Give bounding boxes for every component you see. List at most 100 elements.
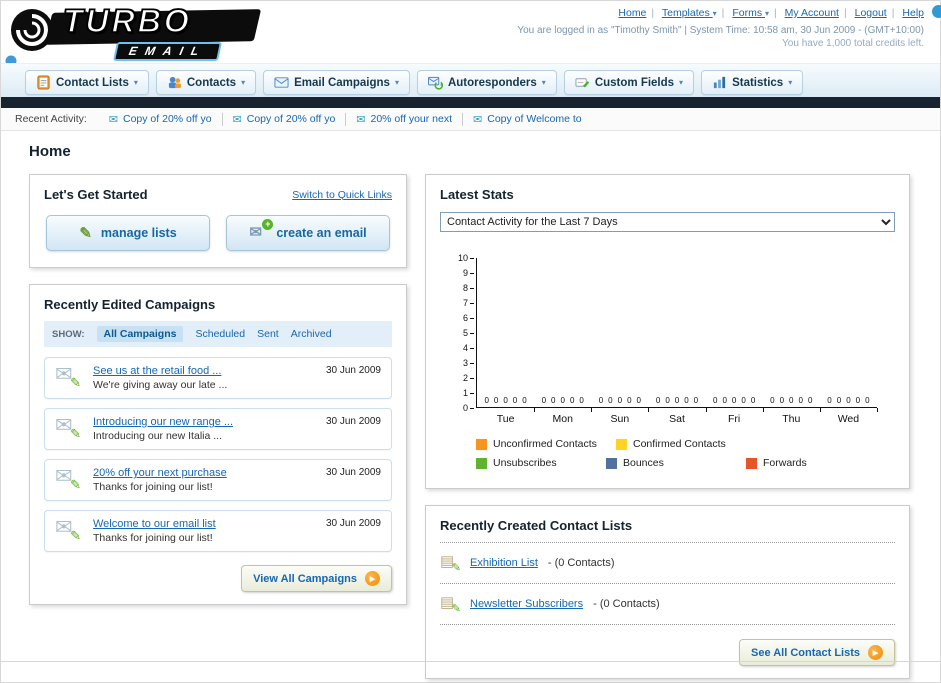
contact-list-link[interactable]: Newsletter Subscribers [470, 598, 583, 610]
tab-contacts[interactable]: Contacts ▾ [155, 70, 257, 95]
tab-contact-lists[interactable]: Contact Lists ▾ [25, 70, 149, 95]
campaign-row[interactable]: ✉ ✎ Introducing our new range ... Introdu… [44, 408, 392, 450]
chart-value-label: 0 [655, 396, 661, 405]
chart-value-label: 0 [779, 396, 785, 405]
chart-plot: 0 0 0 0 0 Tue 0 0 0 0 0 Mon 0 0 0 0 0 Sun 0 0 0 0 0 Sat 0 0 0 0 0 Fri… [476, 258, 879, 425]
arrow-right-icon: ▶ [365, 571, 380, 586]
filter-scheduled[interactable]: Scheduled [195, 328, 245, 340]
campaign-title-link[interactable]: Welcome to our email list [93, 518, 216, 530]
campaign-subtitle: Thanks for joining our list! [93, 532, 213, 544]
recent-activity-link[interactable]: 20% off your next [371, 113, 453, 125]
contact-list-detail: - (0 Contacts) [547, 557, 615, 569]
recent-activity-link[interactable]: Copy of Welcome to [487, 113, 581, 125]
chart-value-labels: 00000 [763, 396, 820, 405]
app-logo[interactable]: TURBO EMAIL [9, 2, 284, 61]
chart-y-tick-label: 4 [463, 343, 474, 353]
nav-forms-link[interactable]: Forms ▾ [732, 7, 769, 19]
get-started-panel: Let's Get Started Switch to Quick Links … [29, 174, 407, 268]
dropdown-arrow-icon: ▾ [394, 78, 399, 87]
chart-value-labels: 00000 [706, 396, 763, 405]
chart-x-tick-label: Tue [496, 413, 515, 425]
chart-y-tick-label: 7 [463, 298, 474, 308]
campaign-row[interactable]: ✉ ✎ See us at the retail food ... We're g… [44, 357, 392, 399]
get-started-title: Let's Get Started [44, 187, 148, 202]
button-label: create an email [276, 226, 367, 240]
chart-value-label: 0 [665, 396, 670, 405]
legend-item: Forwards [746, 457, 876, 469]
chart-value-label: 0 [798, 396, 803, 405]
manage-lists-button[interactable]: ✎ manage lists [46, 215, 210, 251]
campaign-title-link[interactable]: 20% off your next purchase [93, 467, 227, 479]
campaign-row[interactable]: ✉ ✎ 20% off your next purchase Thanks for… [44, 459, 392, 501]
campaign-date: 30 Jun 2009 [325, 518, 381, 529]
nav-my-account-link[interactable]: My Account [785, 7, 839, 19]
chart-category-group: 0 0 0 0 0 Mon [534, 258, 593, 425]
filter-archived[interactable]: Archived [291, 328, 332, 340]
tab-label: Custom Fields [594, 76, 675, 89]
nav-templates-link[interactable]: Templates ▾ [662, 7, 717, 19]
campaign-title-link[interactable]: See us at the retail food ... [93, 365, 227, 377]
contact-list-link[interactable]: Exhibition List [470, 557, 538, 569]
chart-value-labels: 00000 [477, 396, 534, 405]
legend-swatch [616, 438, 627, 450]
chart-value-label: 0 [484, 396, 489, 405]
envelope-icon: ✉ [473, 113, 483, 126]
chart-y-tick-label: 9 [463, 268, 474, 278]
chart-value-label: 0 [598, 396, 604, 405]
tab-label: Contact Lists [56, 76, 129, 89]
campaign-envelope-pencil-icon: ✉ ✎ [55, 363, 81, 390]
campaign-row[interactable]: ✉ ✎ Welcome to our email list Thanks for … [44, 510, 392, 552]
chart-value-label: 0 [579, 396, 584, 405]
nav-logout-link[interactable]: Logout [855, 7, 887, 19]
dotted-separator [440, 624, 895, 625]
tab-email-campaigns[interactable]: Email Campaigns ▾ [263, 70, 410, 95]
tab-autoresponders[interactable]: Autoresponders ▾ [416, 70, 557, 95]
recent-activity-bar: Recent Activity: ✉ Copy of 20% off yo ✉ … [1, 108, 940, 131]
contact-lists-icon [37, 75, 50, 90]
chart-y-tick-label: 2 [463, 373, 474, 383]
campaign-title-link[interactable]: Introducing our new range ... [93, 416, 233, 428]
chart-value-label: 0 [627, 396, 632, 405]
recent-activity-item[interactable]: ✉ Copy of 20% off yo [223, 112, 347, 126]
recent-activity-link[interactable]: Copy of 20% off yo [247, 113, 336, 125]
chart-value-labels: 00000 [534, 396, 591, 405]
create-email-button[interactable]: ✉ + create an email [226, 215, 390, 251]
header: TURBO EMAIL Home Templates ▾ Forms ▾ My … [1, 1, 941, 110]
latest-stats-panel: Latest Stats Contact Activity for the La… [425, 174, 910, 489]
custom-fields-icon [575, 78, 590, 88]
stats-period-select[interactable]: Contact Activity for the Last 7 Days [440, 212, 895, 232]
campaign-envelope-pencil-icon: ✉ ✎ [55, 516, 81, 543]
legend-item: Confirmed Contacts [616, 438, 766, 450]
tab-statistics[interactable]: Statistics ▾ [701, 70, 804, 95]
recent-activity-item[interactable]: ✉ 20% off your next [346, 112, 464, 126]
chart-y-tick-label: 6 [463, 313, 474, 323]
chart-value-label: 0 [636, 396, 641, 405]
contact-list-item[interactable]: ▤ ✎ Exhibition List - (0 Contacts) [440, 552, 895, 574]
recent-activity-link[interactable]: Copy of 20% off yo [123, 113, 212, 125]
recent-activity-item[interactable]: ✉ Copy of 20% off yo [99, 112, 223, 126]
tab-label: Email Campaigns [294, 76, 390, 89]
view-all-campaigns-button[interactable]: View All Campaigns ▶ [241, 565, 392, 592]
contact-list-item[interactable]: ▤ ✎ Newsletter Subscribers - (0 Contacts) [440, 593, 895, 615]
nav-help-link[interactable]: Help [902, 7, 924, 19]
chart-y-tick-label: 5 [463, 328, 474, 338]
tab-custom-fields[interactable]: Custom Fields ▾ [563, 70, 695, 95]
campaigns-title: Recently Edited Campaigns [44, 297, 216, 312]
switch-quick-links[interactable]: Switch to Quick Links [292, 189, 392, 201]
nav-home-link[interactable]: Home [618, 7, 646, 19]
dotted-separator [440, 542, 895, 543]
legend-item: Unconfirmed Contacts [476, 438, 616, 450]
filter-all-campaigns[interactable]: All Campaigns [96, 326, 184, 342]
autoresponders-icon [427, 76, 443, 90]
logo-subtext: EMAIL [112, 42, 223, 61]
recent-activity-item[interactable]: ✉ Copy of Welcome to [463, 113, 592, 126]
campaign-date: 30 Jun 2009 [325, 467, 381, 478]
email-campaigns-icon [274, 77, 289, 88]
corner-dot [932, 5, 941, 18]
chart-value-label: 0 [722, 396, 727, 405]
envelope-icon: ✉ [108, 113, 118, 126]
legend-item: Unsubscribes [476, 457, 606, 469]
filter-sent[interactable]: Sent [257, 328, 279, 340]
envelope-plus-icon: ✉ + [249, 219, 274, 241]
chart-category-group: 0 0 0 0 0 Fri [706, 258, 764, 425]
